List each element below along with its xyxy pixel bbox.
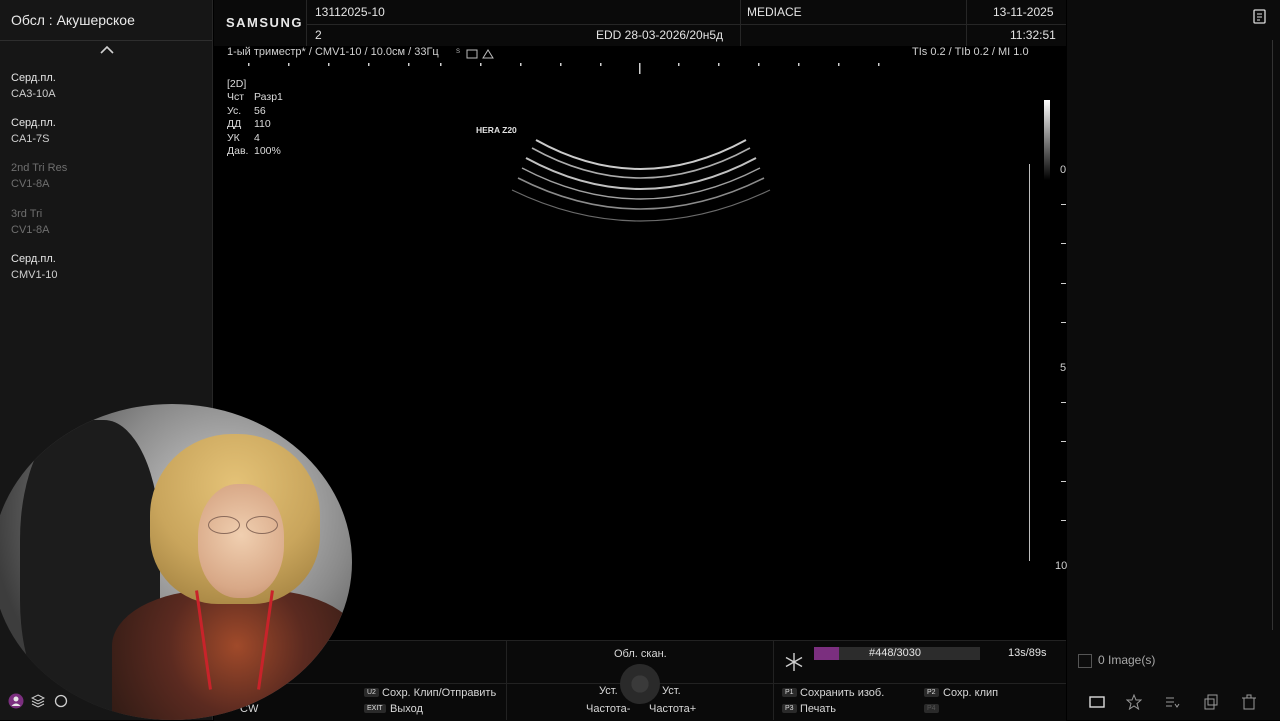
cine-frame-counter: #448/3030 (869, 647, 921, 659)
preset-probe: CA1-7S (11, 133, 50, 145)
webcam-overlay (0, 404, 352, 720)
p3-key: P3 (782, 704, 797, 713)
depth-tick (1061, 520, 1066, 521)
depth-tick (1061, 283, 1066, 284)
freq-minus-label[interactable]: Частота- (586, 703, 630, 715)
patient-id: 13112025-10 (315, 5, 385, 19)
exam-time: 11:32:51 (1010, 28, 1056, 42)
header-divider (306, 0, 307, 46)
imaging-info: 1-ый триместр* / CMV1-10 / 10.0см / 33Гц (227, 46, 439, 58)
depth-tick (1061, 402, 1066, 403)
cine-progress-fill (814, 647, 839, 660)
set-minus-label[interactable]: Уст. (599, 685, 618, 697)
header-divider (966, 0, 967, 46)
depth-tick (1061, 322, 1066, 323)
exam-date: 13-11-2025 (993, 5, 1054, 19)
print-button[interactable]: Печать (800, 703, 836, 715)
preset-item[interactable]: 2nd Tri Res CV1-8A (11, 160, 67, 192)
panel-scrollbar[interactable] (1272, 40, 1273, 630)
imaging-params: [2D] Чст Разр1 Ус. 56 ДД 110 УК 4 Дав. 100% (227, 78, 283, 158)
thermal-index: TIs 0.2 / TIb 0.2 / MI 1.0 (912, 46, 1029, 58)
sort-icon[interactable] (1164, 694, 1180, 710)
preset-name: 2nd Tri Res (11, 162, 68, 174)
freeze-snowflake-icon[interactable] (784, 652, 804, 672)
preset-item[interactable]: Серд.пл. CA3-10A (11, 70, 56, 102)
param-row: Ус. 56 (227, 104, 266, 117)
select-all-checkbox[interactable] (1078, 654, 1092, 668)
preset-probe: CA3-10A (11, 88, 56, 100)
preset-item[interactable]: 3rd Tri CV1-8A (11, 206, 50, 238)
lateral-scale (440, 63, 880, 74)
preset-name: Серд.пл. (11, 253, 56, 265)
preset-name: Серд.пл. (11, 117, 56, 129)
divider (506, 640, 507, 720)
depth-tick (1061, 481, 1066, 482)
depth-tick (1061, 204, 1066, 205)
notes-icon[interactable] (1252, 9, 1268, 25)
grayscale-bar (1044, 100, 1050, 180)
depth-label: 5 (1060, 362, 1067, 374)
param-row: Дав. 100% (227, 145, 281, 158)
cine-time: 13s/89s (1008, 647, 1047, 659)
exit-key: EXIT (364, 704, 386, 713)
preset-name: Серд.пл. (11, 72, 56, 84)
param-row: Чст Разр1 (227, 91, 283, 104)
single-view-icon[interactable] (1088, 695, 1106, 709)
preset-name: 3rd Tri (11, 208, 43, 220)
divider (773, 640, 774, 720)
preset-probe: CMV1-10 (11, 269, 58, 281)
depth-label: 10 (1055, 560, 1068, 572)
depth-label: 0 (1060, 164, 1067, 176)
preset-item[interactable]: Серд.пл. CMV1-10 (11, 251, 57, 283)
image-panel (1067, 0, 1280, 720)
u2-key: U2 (364, 688, 379, 697)
star-icon[interactable] (1126, 694, 1142, 710)
preset-probe: CV1-8A (11, 224, 50, 236)
param-row: УК 4 (227, 131, 260, 144)
glasses-right (246, 516, 278, 534)
scan-area-label: Обл. скан. (614, 648, 667, 660)
freq-plus-label[interactable]: Частота+ (649, 703, 696, 715)
sidebar-divider (0, 40, 212, 41)
edd-value: EDD 28-03-2026/20н5д (596, 28, 724, 42)
image-count: 0 Image(s) (1098, 653, 1156, 667)
exit-button[interactable]: Выход (390, 703, 423, 715)
glasses-left (208, 516, 240, 534)
svg-text:S: S (456, 49, 460, 55)
circle-icon[interactable] (54, 694, 68, 708)
ultrasound-image[interactable] (500, 128, 780, 238)
layers-icon[interactable] (31, 694, 45, 708)
copy-icon[interactable] (1203, 694, 1219, 710)
trash-icon[interactable] (1241, 694, 1257, 710)
lateral-scale-left (248, 63, 410, 66)
probe-status-icons: S (456, 49, 494, 59)
chevron-up-icon[interactable] (99, 43, 115, 55)
samsung-logo: SAMSUNG (226, 15, 303, 30)
save-clip-send-button[interactable]: Сохр. Клип/Отправить (382, 687, 496, 699)
set-plus-label[interactable]: Уст. (662, 685, 681, 697)
header-divider (306, 24, 1066, 25)
user-icon[interactable] (8, 693, 24, 709)
depth-tick (1061, 243, 1066, 244)
depth-indicator (1029, 164, 1030, 561)
save-clip-button[interactable]: Сохр. клип (943, 687, 998, 699)
institution-name: MEDIACE (747, 5, 802, 19)
preset-probe: CV1-8A (11, 178, 50, 190)
patient-number: 2 (315, 28, 322, 42)
param-row: ДД 110 (227, 118, 271, 131)
presenter-body (112, 590, 352, 720)
presenter-face (198, 484, 284, 598)
p4-key: P4 (924, 704, 939, 713)
exam-title: Обсл : Акушерское (11, 12, 135, 28)
p1-key: P1 (782, 688, 797, 697)
preset-item[interactable]: Серд.пл. CA1-7S (11, 115, 56, 147)
p2-key: P2 (924, 688, 939, 697)
header-divider (740, 0, 741, 46)
depth-tick (1061, 441, 1066, 442)
save-image-button[interactable]: Сохранить изоб. (800, 687, 884, 699)
scan-area-dial[interactable] (620, 664, 660, 704)
mode-label: [2D] (227, 78, 247, 90)
